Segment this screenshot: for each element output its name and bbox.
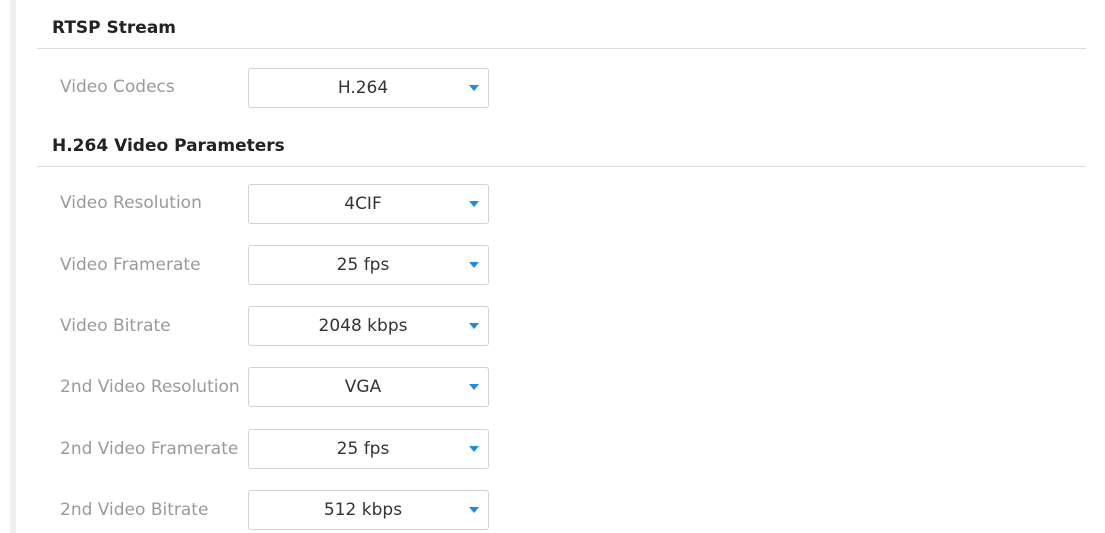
chevron-down-icon <box>469 384 479 390</box>
section-divider-rtsp <box>37 48 1086 49</box>
chevron-down-icon <box>469 262 479 268</box>
video-resolution-select[interactable]: 4CIF <box>248 184 489 224</box>
video-codecs-select[interactable]: H.264 <box>248 68 489 108</box>
video-framerate-label: Video Framerate <box>60 255 201 275</box>
second-video-bitrate-value: 512 kbps <box>323 500 403 520</box>
chevron-down-icon <box>469 201 479 207</box>
second-video-framerate-label: 2nd Video Framerate <box>60 439 239 459</box>
video-framerate-value: 25 fps <box>336 255 390 275</box>
second-video-bitrate-select[interactable]: 512 kbps <box>248 490 489 530</box>
video-codecs-value: H.264 <box>337 78 389 98</box>
second-video-resolution-value: VGA <box>344 377 382 397</box>
video-framerate-select[interactable]: 25 fps <box>248 245 489 285</box>
section-title-rtsp-stream: RTSP Stream <box>52 18 177 38</box>
left-border-rule <box>10 0 16 533</box>
chevron-down-icon <box>469 323 479 329</box>
video-bitrate-value: 2048 kbps <box>318 316 408 336</box>
chevron-down-icon <box>469 446 479 452</box>
video-codecs-label: Video Codecs <box>60 77 175 97</box>
second-video-resolution-label: 2nd Video Resolution <box>60 377 240 397</box>
video-resolution-label: Video Resolution <box>60 193 202 213</box>
section-title-h264-video-parameters: H.264 Video Parameters <box>52 136 285 156</box>
video-resolution-value: 4CIF <box>344 194 382 214</box>
section-divider-h264 <box>37 166 1086 167</box>
chevron-down-icon <box>469 85 479 91</box>
second-video-resolution-select[interactable]: VGA <box>248 367 489 407</box>
second-video-framerate-select[interactable]: 25 fps <box>248 429 489 469</box>
second-video-bitrate-label: 2nd Video Bitrate <box>60 500 209 520</box>
video-bitrate-label: Video Bitrate <box>60 316 171 336</box>
video-bitrate-select[interactable]: 2048 kbps <box>248 306 489 346</box>
second-video-framerate-value: 25 fps <box>336 439 390 459</box>
chevron-down-icon <box>469 507 479 513</box>
